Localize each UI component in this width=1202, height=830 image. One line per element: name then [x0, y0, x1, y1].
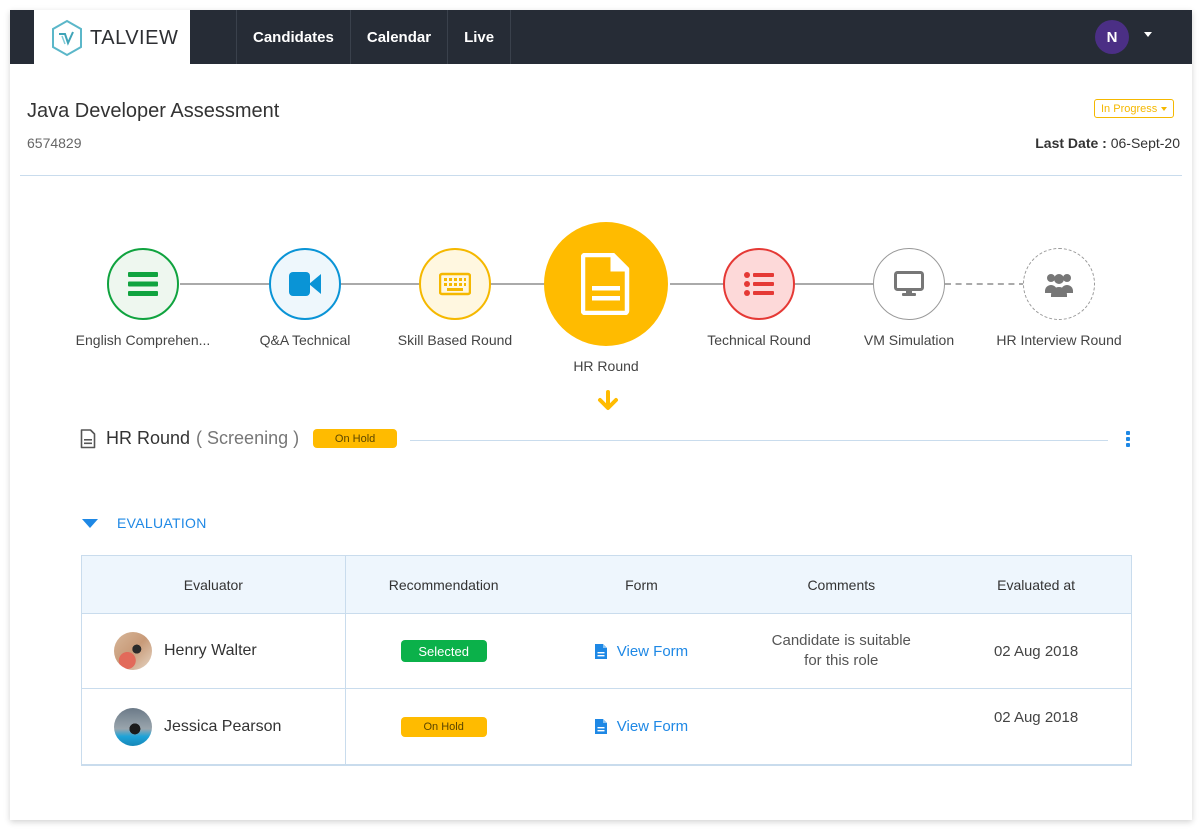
app-window: TALVIEW Candidates Calendar Live N Java … [10, 10, 1192, 820]
recommendation-cell: Selected [346, 614, 542, 688]
stage-vm-simulation[interactable]: VM Simulation [836, 248, 982, 348]
stage-circle [1023, 248, 1095, 320]
file-icon [594, 719, 607, 734]
table-header-row: Evaluator Recommendation Form Comments E… [82, 556, 1131, 613]
page-title: Java Developer Assessment [27, 100, 280, 122]
view-form-link[interactable]: View Form [594, 642, 689, 660]
evaluator-cell: Henry Walter [82, 614, 346, 688]
evaluated-date: 02 Aug 2018 [993, 642, 1079, 660]
list-lines-icon [128, 272, 158, 296]
last-date: Last Date : 06-Sept-20 [1035, 135, 1180, 151]
more-options-icon[interactable] [1124, 431, 1132, 451]
table-row: Jessica Pearson On Hold View Form 02 Aug… [82, 688, 1131, 764]
divider [410, 440, 1108, 441]
stage-label: Q&A Technical [259, 332, 351, 348]
comments-cell: Candidate is suitable for this role [741, 614, 941, 688]
divider [20, 175, 1182, 176]
stage-skill-based[interactable]: Skill Based Round [382, 248, 528, 348]
round-subtitle: ( Screening ) [196, 428, 300, 448]
nav-calendar[interactable]: Calendar [351, 10, 449, 64]
file-icon [594, 643, 607, 659]
stage-pipeline: English Comprehen... Q&A Technical Skill… [10, 210, 1192, 410]
arrow-down-icon [598, 390, 618, 410]
round-title: HR Round [106, 428, 191, 448]
form-cell: View Form [542, 614, 742, 688]
avatar [114, 632, 152, 670]
evaluation-toggle[interactable]: EVALUATION [82, 515, 207, 531]
comment-text: for this role [804, 652, 879, 669]
status-dropdown-label: In Progress [1101, 102, 1158, 115]
user-menu-caret-icon[interactable] [1144, 32, 1152, 37]
stage-qa-technical[interactable]: Q&A Technical [232, 248, 378, 348]
stage-circle [107, 248, 179, 320]
stage-circle [419, 248, 491, 320]
last-date-label: Last Date : [1035, 135, 1107, 151]
column-header-evaluated-at: Evaluated at [997, 576, 1076, 593]
stage-circle [873, 248, 945, 320]
evaluated-date: 02 Aug 2018 [993, 709, 1079, 726]
talview-logo-icon [52, 19, 82, 57]
evaluated-at-cell: 02 Aug 2018 [941, 614, 1131, 688]
status-dropdown[interactable]: In Progress [1094, 99, 1175, 118]
column-header-comments: Comments [807, 576, 876, 593]
stage-hr-round-current[interactable]: HR Round [538, 222, 674, 374]
bullet-list-icon [744, 272, 774, 296]
group-icon [1045, 274, 1073, 297]
evaluation-label: EVALUATION [117, 515, 207, 531]
logo[interactable]: TALVIEW [34, 10, 190, 66]
document-outline-icon [80, 428, 96, 448]
stage-circle [723, 248, 795, 320]
nav-candidates[interactable]: Candidates [236, 10, 351, 64]
nav-live[interactable]: Live [448, 10, 512, 64]
comments-cell [741, 689, 941, 764]
assessment-id: 6574829 [27, 135, 82, 151]
evaluator-name: Henry Walter [164, 642, 257, 659]
top-navbar: TALVIEW Candidates Calendar Live N [10, 10, 1192, 66]
stage-english-comprehension[interactable]: English Comprehen... [70, 248, 216, 348]
recommendation-badge: On Hold [400, 716, 487, 737]
last-date-value: 06-Sept-20 [1110, 135, 1180, 151]
stage-hr-interview-round[interactable]: HR Interview Round [986, 248, 1132, 348]
view-form-label: View Form [616, 642, 689, 660]
document-icon [581, 253, 630, 315]
evaluated-at-cell: 02 Aug 2018 [941, 689, 1131, 764]
recommendation-badge: Selected [400, 640, 487, 662]
evaluator-cell: Jessica Pearson [82, 689, 346, 764]
caret-down-icon [82, 518, 98, 528]
column-header-recommendation: Recommendation [388, 576, 499, 593]
view-form-link[interactable]: View Form [594, 718, 689, 735]
stage-circle [269, 248, 341, 320]
evaluator-name: Jessica Pearson [164, 717, 282, 735]
evaluation-table: Evaluator Recommendation Form Comments E… [81, 555, 1132, 766]
keyboard-icon [439, 272, 471, 296]
main-nav: Candidates Calendar Live [236, 10, 512, 64]
comment-text: Candidate is suitable [771, 632, 911, 649]
stage-technical-round[interactable]: Technical Round [686, 248, 832, 348]
stage-label: Technical Round [707, 332, 811, 348]
video-camera-icon [289, 272, 321, 296]
column-header-evaluator: Evaluator [82, 556, 346, 613]
stage-label: HR Round [573, 358, 639, 374]
monitor-icon [894, 271, 924, 296]
avatar [114, 707, 152, 746]
brand-name: TALVIEW [90, 26, 179, 49]
table-row: Henry Walter Selected View Form Candidat… [82, 613, 1131, 688]
user-avatar[interactable]: N [1095, 20, 1129, 54]
recommendation-cell: On Hold [346, 689, 542, 764]
view-form-label: View Form [616, 718, 689, 735]
round-header: HR Round ( Screening ) On Hold [80, 428, 398, 449]
form-cell: View Form [542, 689, 742, 764]
stage-circle [544, 222, 668, 346]
stage-label: HR Interview Round [996, 332, 1122, 348]
stage-label: English Comprehen... [75, 332, 211, 348]
stage-label: VM Simulation [863, 332, 955, 348]
round-status-badge: On Hold [313, 429, 398, 448]
chevron-down-icon [1161, 106, 1168, 111]
stage-label: Skill Based Round [397, 332, 513, 348]
column-header-form: Form [625, 576, 658, 593]
